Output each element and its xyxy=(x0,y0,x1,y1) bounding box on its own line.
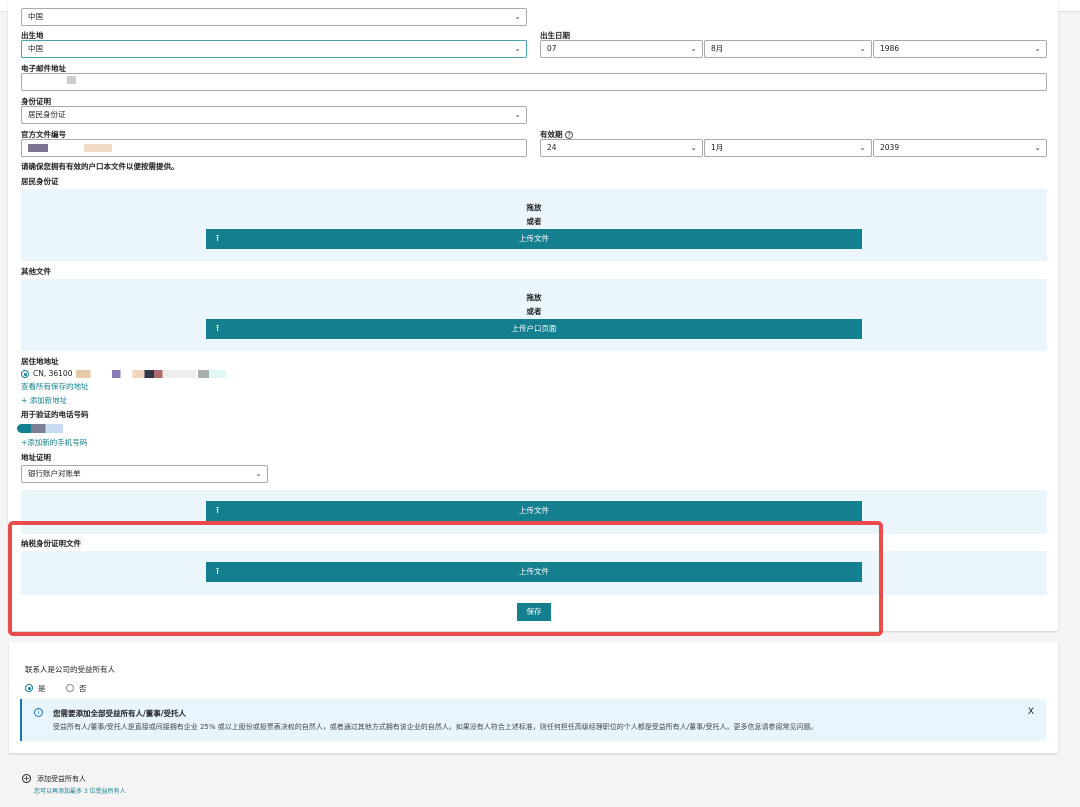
chevron-down-icon: ⌄ xyxy=(514,12,521,21)
redacted-doc-number xyxy=(28,144,48,152)
redacted-address xyxy=(76,370,196,378)
info-body: 受益所有人/董事/受托人是直接或间接拥有企业 25% 或以上股份或投票表决权的自… xyxy=(53,723,818,731)
address-proof-select[interactable]: 银行账户对账单 ⌄ xyxy=(21,465,268,483)
chevron-down-icon: ⌄ xyxy=(1034,44,1041,53)
info-banner: i 您需要添加全部受益所有人/董事/受托人 受益所有人/董事/受托人是直接或间接… xyxy=(20,699,1046,741)
add-owner-hint: 您可以再添加最多 3 位受益所有人 xyxy=(34,788,126,795)
expiry-month-select[interactable]: 1月 ⌄ xyxy=(704,139,872,157)
redacted-address xyxy=(198,370,226,378)
birthplace-select[interactable]: 中国 ⌄ xyxy=(21,40,527,58)
expiry-day-value: 24 xyxy=(547,143,557,152)
drag-text: 拖放 xyxy=(526,293,542,302)
or-text: 或者 xyxy=(526,307,542,316)
birth-year-select[interactable]: 1986 ⌄ xyxy=(873,40,1047,58)
other-upload-label: 其他文件 xyxy=(21,267,51,276)
highlight-box xyxy=(8,521,883,636)
beneficial-question: 联系人是公司的受益所有人 xyxy=(25,665,115,674)
upload-icon: ⭱ xyxy=(216,506,220,516)
expiry-month-value: 1月 xyxy=(711,143,724,152)
chevron-down-icon: ⌄ xyxy=(690,44,697,53)
yes-label: 是 xyxy=(38,684,46,693)
expiry-day-select[interactable]: 24 ⌄ xyxy=(540,139,703,157)
expiry-year-value: 2039 xyxy=(880,143,900,152)
chevron-down-icon: ⌄ xyxy=(514,44,521,53)
id-card-upload-label: 居民身份证 xyxy=(21,177,59,186)
close-icon[interactable]: X xyxy=(1028,707,1034,717)
chevron-down-icon: ⌄ xyxy=(690,143,697,152)
upload-icon: ⭱ xyxy=(216,324,220,334)
birth-month-value: 8月 xyxy=(711,44,724,53)
no-label: 否 xyxy=(79,684,87,693)
nationality-select[interactable]: 中国 ⌄ xyxy=(21,8,527,26)
other-dropzone[interactable]: 拖放 或者 ⭱ 上传户口页面 xyxy=(21,279,1047,351)
upload-address-proof-button[interactable]: ⭱ 上传文件 xyxy=(206,501,862,521)
redacted-doc-number xyxy=(84,144,112,152)
nationality-value: 中国 xyxy=(28,12,43,21)
add-owner-button[interactable]: 添加受益所有人 xyxy=(37,774,86,784)
drag-text: 拖放 xyxy=(526,203,542,212)
upload-icon: ⭱ xyxy=(216,234,220,244)
id-proof-value: 居民身份证 xyxy=(28,110,66,119)
doc-number-input[interactable] xyxy=(21,139,527,157)
residence-value: CN, 36100 xyxy=(33,369,73,378)
residence-radio[interactable] xyxy=(21,370,29,378)
or-text: 或者 xyxy=(526,217,542,226)
chevron-down-icon: ⌄ xyxy=(514,110,521,119)
expiry-label-text: 有效期 xyxy=(540,130,563,139)
birthplace-value: 中国 xyxy=(28,44,43,53)
birth-month-select[interactable]: 8月 ⌄ xyxy=(704,40,872,58)
id-proof-select[interactable]: 居民身份证 ⌄ xyxy=(21,106,527,124)
button-label: 上传文件 xyxy=(519,234,549,243)
upload-id-card-button[interactable]: ⭱ 上传文件 xyxy=(206,229,862,249)
id-card-dropzone[interactable]: 拖放 或者 ⭱ 上传文件 xyxy=(21,189,1047,261)
birth-day-select[interactable]: 07 ⌄ xyxy=(540,40,703,58)
upload-household-button[interactable]: ⭱ 上传户口页面 xyxy=(206,319,862,339)
add-owner-plus-icon[interactable]: + xyxy=(22,774,31,783)
household-notice: 请确保您拥有有效的户口本文件以便按需提供。 xyxy=(21,162,179,171)
address-proof-label: 地址证明 xyxy=(21,453,51,462)
view-saved-addresses-link[interactable]: 查看所有保存的地址 xyxy=(21,381,89,392)
email-input[interactable] xyxy=(21,73,1047,91)
chevron-down-icon: ⌄ xyxy=(859,143,866,152)
birth-day-value: 07 xyxy=(547,44,557,53)
redacted-phone xyxy=(17,424,63,433)
redacted-email xyxy=(67,76,76,84)
phone-label: 用于验证的电话号码 xyxy=(21,410,89,419)
info-title: 您需要添加全部受益所有人/董事/受托人 xyxy=(53,709,186,718)
birth-year-value: 1986 xyxy=(880,44,900,53)
button-label: 上传文件 xyxy=(519,506,549,515)
question-circle-icon[interactable]: ? xyxy=(565,131,574,139)
address-proof-value: 银行账户对账单 xyxy=(28,469,81,478)
yes-radio[interactable] xyxy=(25,684,33,692)
chevron-down-icon: ⌄ xyxy=(255,469,262,478)
residence-label: 居住地地址 xyxy=(21,357,59,366)
add-phone-link[interactable]: +添加新的手机号码 xyxy=(21,437,87,448)
button-label: 上传户口页面 xyxy=(511,324,557,333)
no-radio[interactable] xyxy=(66,684,74,692)
info-icon: i xyxy=(34,708,43,717)
add-address-link[interactable]: + 添加新地址 xyxy=(21,395,67,406)
chevron-down-icon: ⌄ xyxy=(1034,143,1041,152)
expiry-year-select[interactable]: 2039 ⌄ xyxy=(873,139,1047,157)
chevron-down-icon: ⌄ xyxy=(859,44,866,53)
